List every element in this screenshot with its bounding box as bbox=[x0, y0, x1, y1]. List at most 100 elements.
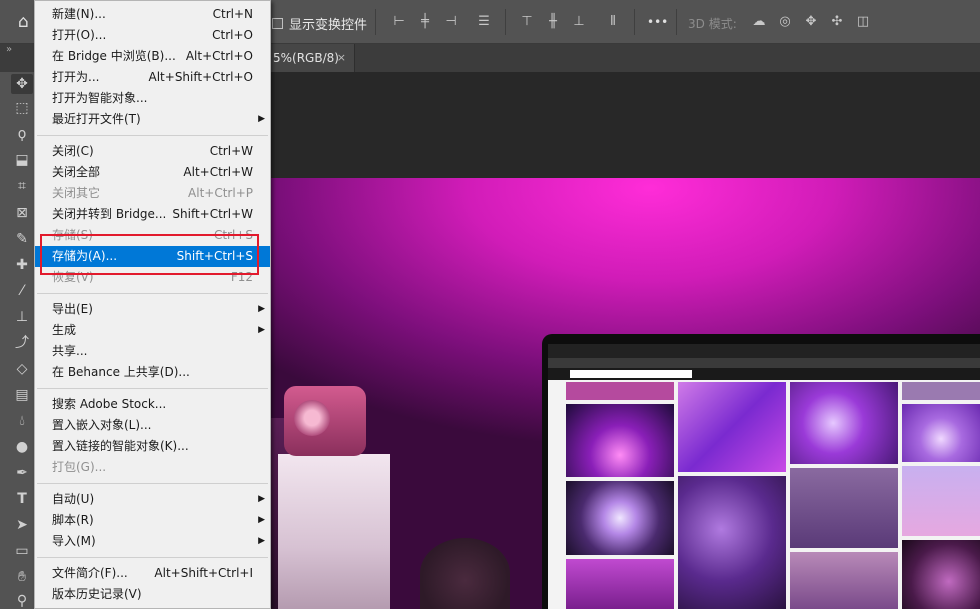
hand-icon[interactable]: ✋︎ bbox=[11, 567, 33, 587]
document-tab[interactable]: 5%(RGB/8) × bbox=[271, 44, 355, 72]
menu-item-shortcut: Alt+Shift+Ctrl+I bbox=[154, 566, 253, 580]
menu-item-label: 打开为... bbox=[52, 70, 100, 84]
menu-item-shortcut: Ctrl+O bbox=[212, 28, 253, 42]
image-tile bbox=[566, 382, 674, 400]
menu-item-search-adobe-stock[interactable]: 搜索 Adobe Stock... bbox=[35, 394, 270, 415]
monitor bbox=[542, 334, 980, 609]
menu-item-label: 脚本(R) bbox=[52, 513, 94, 527]
menu-item-shortcut: Ctrl+W bbox=[209, 144, 253, 158]
quick-select-icon[interactable]: ⬓ bbox=[11, 150, 33, 170]
camera-lens bbox=[294, 400, 330, 436]
align-vcenter-icon[interactable]: ╫ bbox=[544, 13, 562, 31]
submenu-arrow-icon: ▶ bbox=[258, 325, 265, 335]
3d-roll-icon[interactable]: ◎ bbox=[776, 13, 794, 31]
annotation-highlight-box bbox=[40, 234, 259, 275]
menu-item-version-history[interactable]: 版本历史记录(V) bbox=[35, 584, 270, 605]
close-tab-icon[interactable]: × bbox=[337, 44, 346, 72]
menu-item-browse-bridge[interactable]: 在 Bridge 中浏览(B)... Alt+Ctrl+O bbox=[35, 46, 270, 67]
type-icon[interactable]: T bbox=[11, 489, 33, 509]
menu-item-shortcut: Shift+Ctrl+W bbox=[172, 207, 253, 221]
menu-item-place-embedded[interactable]: 置入嵌入对象(L)... bbox=[35, 415, 270, 436]
menu-item-label: 在 Bridge 中浏览(B)... bbox=[52, 49, 176, 63]
3d-pan-icon[interactable]: ✥ bbox=[802, 13, 820, 31]
menu-item-label: 导出(E) bbox=[52, 302, 93, 316]
collapse-panels-icon[interactable]: » bbox=[6, 44, 12, 55]
image-tile bbox=[566, 481, 674, 555]
image-tile bbox=[902, 466, 980, 536]
menu-item-label: 关闭全部 bbox=[52, 165, 101, 179]
menu-item-close[interactable]: 关闭(C) Ctrl+W bbox=[35, 141, 270, 162]
monitor-screen bbox=[548, 344, 980, 609]
screen-search bbox=[570, 370, 692, 378]
menu-item-close-all[interactable]: 关闭全部 Alt+Ctrl+W bbox=[35, 162, 270, 183]
more-options-icon[interactable]: ••• bbox=[647, 13, 668, 31]
lasso-icon[interactable]: ϙ bbox=[11, 124, 33, 144]
rectangle-icon[interactable]: ▭ bbox=[11, 541, 33, 561]
crop-icon[interactable]: ⌗ bbox=[11, 176, 33, 196]
menu-item-export[interactable]: 导出(E) ▶ bbox=[35, 299, 270, 320]
menu-item-share[interactable]: 共享... bbox=[35, 341, 270, 362]
align-top-icon[interactable]: ⊤ bbox=[518, 13, 536, 31]
menu-item-label: 生成 bbox=[52, 323, 77, 337]
show-transform-checkbox[interactable] bbox=[272, 18, 283, 29]
brush-icon[interactable]: ⁄ bbox=[11, 281, 33, 301]
gradient-icon[interactable]: ▤ bbox=[11, 385, 33, 405]
eyedropper-icon[interactable]: ✎ bbox=[11, 229, 33, 249]
menu-item-import[interactable]: 导入(M) ▶ bbox=[35, 531, 270, 552]
image-tile bbox=[566, 559, 674, 609]
menu-item-label: 新建(N)... bbox=[52, 7, 106, 21]
menu-item-open-smart-object[interactable]: 打开为智能对象... bbox=[35, 88, 270, 109]
image-tile bbox=[902, 404, 980, 462]
menu-item-new[interactable]: 新建(N)... Ctrl+N bbox=[35, 4, 270, 25]
menu-item-place-linked[interactable]: 置入链接的智能对象(K)... bbox=[35, 436, 270, 457]
menu-item-shortcut: Alt+Shift+Ctrl+O bbox=[148, 70, 253, 84]
canvas-area[interactable] bbox=[270, 72, 980, 609]
blur-icon[interactable]: 💧︎ bbox=[11, 411, 33, 431]
file-menu: 新建(N)... Ctrl+N 打开(O)... Ctrl+O 在 Bridge 中… bbox=[34, 0, 271, 609]
zoom-icon[interactable]: ⚲ bbox=[11, 591, 33, 609]
distribute-vertical-icon[interactable]: ⫴ bbox=[604, 13, 622, 31]
menu-item-close-go-bridge[interactable]: 关闭并转到 Bridge... Shift+Ctrl+W bbox=[35, 204, 270, 225]
align-right-icon[interactable]: ⊣ bbox=[442, 13, 460, 31]
healing-icon[interactable]: ✚ bbox=[11, 255, 33, 275]
menu-item-open-as[interactable]: 打开为... Alt+Shift+Ctrl+O bbox=[35, 67, 270, 88]
3d-scale-icon[interactable]: ◫ bbox=[854, 13, 872, 31]
menu-item-label: 导入(M) bbox=[52, 534, 96, 548]
3d-orbit-icon[interactable]: ☁ bbox=[750, 13, 768, 31]
align-left-icon[interactable]: ⊢ bbox=[390, 13, 408, 31]
frame-icon[interactable]: ⊠ bbox=[11, 203, 33, 223]
submenu-arrow-icon: ▶ bbox=[258, 515, 265, 525]
eraser-icon[interactable]: ◇ bbox=[11, 359, 33, 379]
menu-item-automate[interactable]: 自动(U) ▶ bbox=[35, 489, 270, 510]
menu-separator bbox=[37, 293, 268, 294]
menu-item-scripts[interactable]: 脚本(R) ▶ bbox=[35, 510, 270, 531]
show-transform-controls[interactable]: 显示变换控件 bbox=[272, 14, 367, 33]
dodge-icon[interactable]: ● bbox=[11, 437, 33, 457]
pen-icon[interactable]: ✒ bbox=[11, 463, 33, 483]
path-select-icon[interactable]: ➤ bbox=[11, 515, 33, 535]
align-bottom-icon[interactable]: ⊥ bbox=[570, 13, 588, 31]
image-tile bbox=[902, 382, 980, 400]
history-brush-icon[interactable]: ⤴ bbox=[11, 333, 33, 353]
stamp-icon[interactable]: ⊥ bbox=[11, 307, 33, 327]
3d-slide-icon[interactable]: ✣ bbox=[828, 13, 846, 31]
menu-item-label: 自动(U) bbox=[52, 492, 95, 506]
menu-item-file-info[interactable]: 文件简介(F)... Alt+Shift+Ctrl+I bbox=[35, 563, 270, 584]
separator bbox=[505, 9, 506, 35]
menu-item-generate[interactable]: 生成 ▶ bbox=[35, 320, 270, 341]
move-icon[interactable]: ✥ bbox=[11, 74, 33, 94]
separator bbox=[634, 9, 635, 35]
marquee-icon[interactable]: ⬚ bbox=[11, 98, 33, 118]
menu-item-label: 搜索 Adobe Stock... bbox=[52, 397, 167, 411]
menu-item-label: 关闭(C) bbox=[52, 144, 94, 158]
image-tile bbox=[790, 468, 898, 548]
menu-item-recent-files[interactable]: 最近打开文件(T) ▶ bbox=[35, 109, 270, 130]
menu-item-share-behance[interactable]: 在 Behance 上共享(D)... bbox=[35, 362, 270, 383]
show-transform-label: 显示变换控件 bbox=[289, 18, 368, 33]
menu-item-label: 打开为智能对象... bbox=[52, 91, 148, 105]
distribute-icon[interactable]: ☰ bbox=[475, 13, 493, 31]
menu-item-label: 版本历史记录(V) bbox=[52, 587, 142, 601]
align-hcenter-icon[interactable]: ╪ bbox=[416, 13, 434, 31]
menu-item-open[interactable]: 打开(O)... Ctrl+O bbox=[35, 25, 270, 46]
image-tile bbox=[678, 476, 786, 609]
